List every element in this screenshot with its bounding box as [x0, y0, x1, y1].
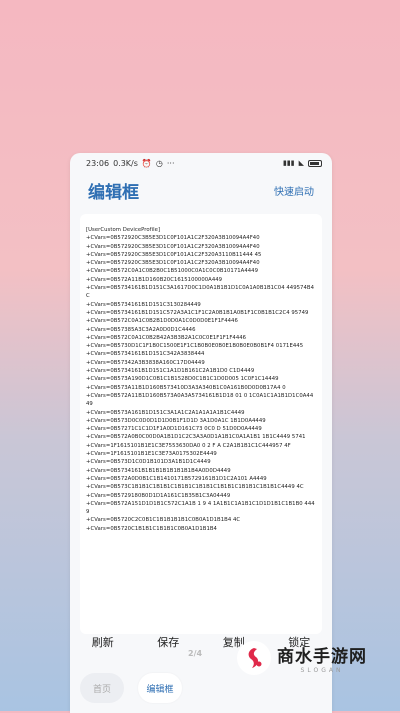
editor-line: +CVars=0B573A190D1C0B1C1B1528D0C1B1C1D0D… — [86, 376, 279, 383]
editor-line: +CVars=0B572920C3B5E3D1C0F101A1C2F320A3B… — [86, 243, 260, 250]
editor-line: +CVars=0B573C1B1B1C1B1B1C1B1B1C1B1B1C1B1… — [86, 484, 304, 491]
editor-line: +CVars=0B573A11B1D160B573410D3A3A340B1C0… — [86, 384, 286, 391]
nav-editor-label: 编辑框 — [146, 684, 174, 695]
nav-home-label: 首页 — [92, 684, 111, 695]
editor-textarea[interactable]: [UserCustom DeviceProfile] +CVars=0B57292… — [80, 214, 322, 634]
editor-line: +CVars=0B572920C3B5E3D1C0F101A1C2F320A31… — [86, 251, 262, 258]
wifi-icon: ◣ — [298, 159, 304, 167]
editor-line: +CVars=0B573A161B1D151C3A1A1C2A1A1A1A1B1… — [86, 409, 245, 416]
editor-line: +CVars=0B57271C1C1D1F1A0D1D161C73 0C0 D … — [86, 426, 262, 433]
editor-line: +CVars=0B5734161B1D151C572A3A1C1F1C2A0B1… — [86, 309, 309, 316]
editor-line: +CVars=0B572920C3B5E3D1C0F101A1C2F320A3B… — [86, 260, 260, 267]
watermark-logo-icon — [237, 641, 271, 675]
app-bar: 编辑框 快速启动 — [70, 175, 332, 205]
editor-line: +CVars=0B5729180B0D1D1A161C1B35B1C3A0444… — [86, 492, 231, 499]
page-indicator: 2/4 — [188, 649, 203, 658]
editor-line: +CVars=1F1615101B1E1C3E73A0175302E4449 — [86, 451, 217, 458]
editor-line: +CVars=0B572A0B0C00D0A1B1D1C2C3A3A0D1A1B… — [86, 434, 306, 441]
status-left: 23:06 0.3K/s ⏰ ◷ ··· — [86, 159, 175, 168]
watermark-text: 商水手游网 SLOGAN — [277, 642, 367, 674]
signal-icon: ▮▮▮ — [283, 159, 295, 167]
editor-line: +CVars=0B5734161B1B1B1B1B1B1B1B4A0D0D444… — [86, 467, 231, 474]
editor-line: +CVars=0B5730D1C1F1B0C1500E1F1C1B0B0E0B0… — [86, 343, 304, 350]
editor-line: +CVars=0B572C0A1C0B2B42A3B3B2A1C0C0E1F1F… — [86, 334, 247, 341]
quick-start-button[interactable]: 快速启动 — [274, 183, 314, 198]
status-time: 23:06 — [86, 158, 110, 168]
editor-line: +CVars=0B573D1C0D1B101D3A1B1D1C4449 — [86, 459, 211, 466]
battery-icon — [308, 159, 322, 167]
clock-icon: ◷ — [155, 158, 163, 168]
alarm-icon: ⏰ — [141, 158, 152, 168]
status-bar: 23:06 0.3K/s ⏰ ◷ ··· ▮▮▮ ◣ — [70, 153, 332, 173]
refresh-button[interactable]: 刷新 — [92, 634, 114, 650]
editor-line: +CVars=0B572A151D1D1B1C572C1A1B 1 9 4 1A… — [86, 500, 315, 516]
editor-line: +CVars=0B5720C2C0B1C1B1B1B1B1C0B0A1D1B1B… — [86, 517, 241, 524]
editor-line: +CVars=0B5720C1B1B1C1B1B1C0B0A1D1B1B4 — [86, 525, 217, 532]
save-button[interactable]: 保存 — [157, 634, 179, 650]
editor-line: +CVars=1F1615101B1E1C3E7553630DA0 0 2 F … — [86, 442, 291, 449]
editor-line: +CVars=0B5734161B1D151C3130284449 — [86, 301, 201, 308]
editor-line: +CVars=0B5734161B1D151C3A1617D0C1D0A1B1B… — [86, 285, 315, 300]
editor-line: +CVars=0B572A0D0B1C1B1410171B5729161B1D1… — [86, 475, 267, 482]
watermark-slogan: SLOGAN — [300, 667, 344, 674]
watermark-name: 商水手游网 — [277, 647, 367, 667]
editor-content[interactable]: [UserCustom DeviceProfile] +CVars=0B57292… — [86, 226, 316, 621]
more-dots-icon: ··· — [166, 158, 175, 168]
editor-line: +CVars=0B572920C3B5E3D1C0F101A1C2F320A3B… — [86, 235, 260, 242]
status-right: ▮▮▮ ◣ — [283, 159, 322, 167]
editor-line: +CVars=0B572C0A1C0B2B0C1B51000C0A1C0C0B1… — [86, 268, 259, 275]
phone-screen: 23:06 0.3K/s ⏰ ◷ ··· ▮▮▮ ◣ 编辑框 快速启动 [Use… — [70, 153, 332, 713]
page-title: 编辑框 — [88, 182, 139, 203]
editor-line: +CVars=0B5734161B1D151C342A3838444 — [86, 351, 205, 358]
editor-line: +CVars=0B57342A3B3838A160C17D04449 — [86, 359, 205, 366]
editor-line: +CVars=0B572C0A1C0B2B1D0D0A1C0D0D0E1F1F4… — [86, 318, 238, 325]
editor-line: [UserCustom DeviceProfile] — [86, 227, 161, 233]
editor-line: +CVars=0B5734161B1D151C1A1D1B161C2A1B1D0… — [86, 368, 255, 375]
editor-line: +CVars=0B572A11B1D160B20C1615100000A449 — [86, 276, 223, 283]
status-speed: 0.3K/s — [113, 158, 138, 168]
editor-line: +CVars=0B57385A3C3A2A0D0D1C4446 — [86, 326, 196, 333]
watermark: 商水手游网 SLOGAN — [237, 630, 397, 686]
editor-line: +CVars=0B573D0C0D0D1D1D0B1F1D1D 3A1D0A1C… — [86, 417, 266, 424]
nav-editor-tab[interactable]: 编辑框 — [138, 673, 182, 703]
editor-line: +CVars=0B572A11B1D160B573A0A3A5734161B1D… — [86, 392, 314, 408]
nav-home-tab[interactable]: 首页 — [80, 673, 124, 703]
